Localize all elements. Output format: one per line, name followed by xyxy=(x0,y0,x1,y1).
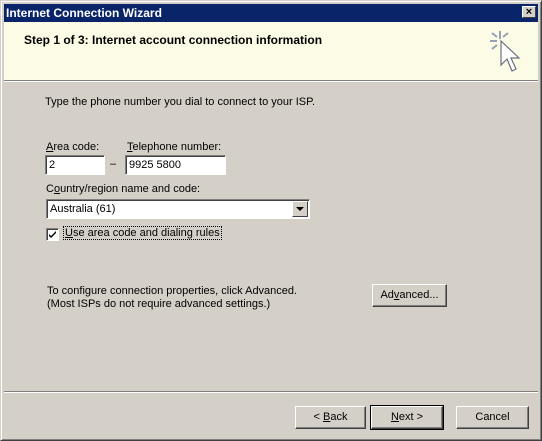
area-code-input[interactable]: 2 xyxy=(45,155,105,175)
phone-dash: – xyxy=(110,158,117,170)
close-icon: × xyxy=(525,6,533,18)
advanced-button[interactable]: Advanced... xyxy=(372,284,447,307)
instructions-text: Type the phone number you dial to connec… xyxy=(45,96,316,108)
use-rules-checkbox[interactable] xyxy=(46,228,59,241)
wizard-cursor-icon xyxy=(490,31,521,72)
checkmark-icon xyxy=(49,231,56,238)
telephone-label: Telephone number: xyxy=(127,141,222,153)
window-title: Internet Connection Wizard xyxy=(6,6,162,20)
close-button[interactable]: × xyxy=(522,6,536,18)
title-bar[interactable]: Internet Connection Wizard × xyxy=(4,4,538,22)
cancel-button[interactable]: Cancel xyxy=(456,406,529,429)
advanced-hint-line1: To configure connection properties, clic… xyxy=(47,285,298,297)
country-label: Country/region name and code: xyxy=(46,183,201,195)
wizard-header: Step 1 of 3: Internet account connection… xyxy=(4,22,538,80)
back-button[interactable]: < Back xyxy=(295,406,366,429)
chevron-down-icon[interactable] xyxy=(292,201,308,217)
page-title: Step 1 of 3: Internet account connection… xyxy=(24,33,323,47)
use-rules-label[interactable]: Use area code and dialing rules xyxy=(63,226,222,240)
wizard-window: Internet Connection Wizard × Step 1 of 3… xyxy=(0,0,542,441)
country-select[interactable]: Australia (61) xyxy=(46,199,310,219)
area-code-label: Area code: xyxy=(46,141,100,153)
telephone-input[interactable]: 9925 5800 xyxy=(125,155,226,175)
country-selected-value: Australia (61) xyxy=(50,203,116,215)
advanced-hint-line2: (Most ISPs do not require advanced setti… xyxy=(47,298,271,310)
next-button[interactable]: Next > xyxy=(370,405,444,430)
